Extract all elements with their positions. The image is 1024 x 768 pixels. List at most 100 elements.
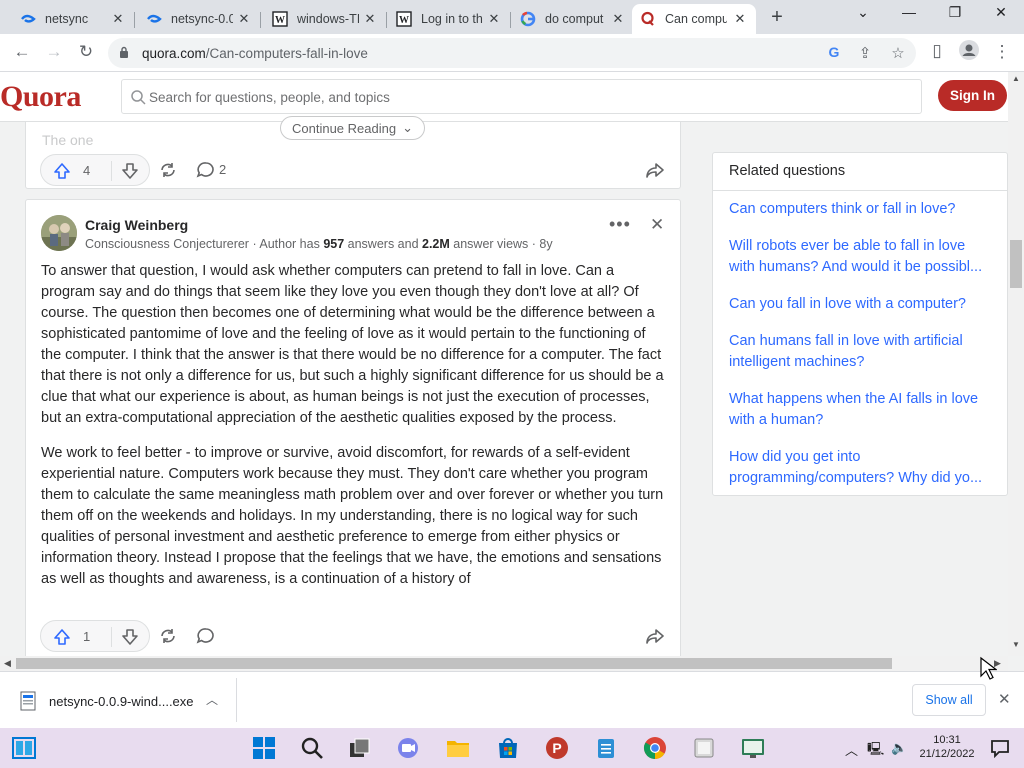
quora-logo[interactable]: Quora xyxy=(0,80,81,114)
clock[interactable]: 10:31 21/12/2022 xyxy=(918,733,976,761)
search-input[interactable] xyxy=(149,86,909,108)
address-bar[interactable]: quora.com/Can-computers-fall-in-love G ⇪… xyxy=(108,38,916,68)
wikipedia-icon: W xyxy=(272,11,288,27)
restore-icon[interactable]: ❐ xyxy=(940,4,970,21)
app-window-icon[interactable] xyxy=(692,736,716,760)
exe-file-icon xyxy=(20,691,36,711)
tab-close-icon[interactable]: ✕ xyxy=(110,11,126,27)
show-all-button[interactable]: Show all xyxy=(912,684,986,716)
download-file-name[interactable]: netsync-0.0.9-wind....exe xyxy=(49,694,194,709)
widgets-icon[interactable] xyxy=(12,736,36,760)
related-question-link[interactable]: Can computers think or fall in love? xyxy=(729,199,999,220)
share-arrow-icon[interactable] xyxy=(645,161,665,179)
tab-close-icon[interactable]: ✕ xyxy=(610,11,626,27)
browser-tab-strip: netsync ✕ netsync-0.0.9 ✕ W windows-TI ✕… xyxy=(0,0,1024,34)
netsync-icon xyxy=(146,11,162,27)
tab-close-icon[interactable]: ✕ xyxy=(362,11,378,27)
downvote-icon[interactable] xyxy=(121,628,139,646)
network-icon[interactable]: 🖳 xyxy=(867,740,884,762)
tray-chevron-up-icon[interactable]: ︿ xyxy=(845,740,858,759)
notifications-icon[interactable] xyxy=(990,738,1010,758)
file-explorer-icon[interactable] xyxy=(446,736,470,760)
menu-kebab-icon[interactable]: ⋮ xyxy=(991,42,1013,62)
minimize-icon[interactable]: — xyxy=(894,4,924,20)
close-download-bar-icon[interactable]: ✕ xyxy=(998,690,1011,708)
related-title: Related questions xyxy=(729,163,846,179)
teams-chat-icon[interactable] xyxy=(396,736,420,760)
bookmark-star-icon[interactable]: ☆ xyxy=(888,44,908,62)
volume-icon[interactable]: 🔈 xyxy=(891,740,907,756)
related-question-link[interactable]: Can humans fall in love with artificial i… xyxy=(729,331,999,373)
close-window-icon[interactable]: ✕ xyxy=(986,4,1016,21)
comment-icon[interactable] xyxy=(196,627,216,645)
upvote-count: 1 xyxy=(83,629,91,644)
notepad-icon[interactable] xyxy=(594,736,618,760)
browser-tab[interactable]: netsync-0.0.9 ✕ xyxy=(138,4,261,34)
comment-count: 2 xyxy=(219,162,227,177)
related-question-link[interactable]: What happens when the AI falls in love wi… xyxy=(729,389,999,431)
forward-arrow-icon[interactable]: → xyxy=(43,42,65,62)
related-question-link[interactable]: How did you get into programming/computer… xyxy=(729,447,999,489)
scroll-down-arrow-icon[interactable]: ▼ xyxy=(1012,640,1020,649)
horizontal-scrollbar[interactable]: ◀ ▶ xyxy=(0,656,1008,671)
tab-close-icon[interactable]: ✕ xyxy=(486,11,502,27)
quora-header: Quora Sign In xyxy=(0,72,1014,122)
dismiss-close-icon[interactable]: ✕ xyxy=(650,215,664,235)
vertical-scrollbar[interactable]: ▲ ▼ xyxy=(1008,72,1024,656)
downvote-icon[interactable] xyxy=(121,162,139,180)
more-options-icon[interactable]: ••• xyxy=(609,214,631,235)
search-icon[interactable] xyxy=(300,736,324,760)
upvote-icon[interactable] xyxy=(53,628,71,646)
tab-title: Log in to th xyxy=(421,12,483,26)
microsoft-store-icon[interactable] xyxy=(496,736,520,760)
netsync-icon xyxy=(20,11,36,27)
author-name[interactable]: Craig Weinberg xyxy=(85,217,188,233)
scroll-up-arrow-icon[interactable]: ▲ xyxy=(1012,74,1020,83)
task-view-icon[interactable] xyxy=(348,736,372,760)
share-icon[interactable]: ⇪ xyxy=(855,44,875,62)
chrome-icon[interactable] xyxy=(643,736,667,760)
svg-text:W: W xyxy=(275,15,285,26)
share-arrow-icon[interactable] xyxy=(645,627,665,645)
related-question-link[interactable]: Will robots ever be able to fall in love… xyxy=(729,236,999,278)
browser-tab[interactable]: do comput ✕ xyxy=(512,4,634,34)
side-panel-icon[interactable]: ▯ xyxy=(926,41,948,61)
scroll-left-arrow-icon[interactable]: ◀ xyxy=(4,658,11,669)
windows-start-icon[interactable] xyxy=(252,736,276,760)
tab-close-icon[interactable]: ✕ xyxy=(236,11,252,27)
tab-title: do comput xyxy=(545,12,604,26)
comment-icon[interactable] xyxy=(196,161,216,179)
upvote-icon[interactable] xyxy=(53,162,71,180)
url-text: quora.com/Can-computers-fall-in-love xyxy=(142,46,368,61)
related-questions-panel: Related questions Can computers think or… xyxy=(712,152,1009,496)
browser-tab[interactable]: W windows-TI ✕ xyxy=(264,4,387,34)
new-tab-plus-icon[interactable]: + xyxy=(766,6,788,29)
tab-search-chevron-icon[interactable]: ⌄ xyxy=(848,4,878,21)
continue-reading-button[interactable]: Continue Reading ⌄ xyxy=(280,116,425,140)
answer-actions: 1 xyxy=(26,617,682,655)
upvote-count: 4 xyxy=(83,163,91,178)
tab-close-icon[interactable]: ✕ xyxy=(732,11,748,27)
vote-pill: 1 xyxy=(40,620,150,652)
vertical-scroll-thumb[interactable] xyxy=(1010,240,1022,288)
answer-paragraph: We work to feel better - to improve or s… xyxy=(41,445,664,587)
browser-tab[interactable]: W Log in to th ✕ xyxy=(388,4,511,34)
browser-tab[interactable]: netsync ✕ xyxy=(12,4,135,34)
sign-in-button[interactable]: Sign In xyxy=(938,80,1007,111)
horizontal-scroll-thumb[interactable] xyxy=(16,658,892,669)
chevron-up-icon[interactable]: ︿ xyxy=(206,691,218,708)
google-lens-icon[interactable]: G xyxy=(824,44,844,60)
google-icon xyxy=(520,11,536,27)
share-loop-icon[interactable] xyxy=(158,627,178,645)
back-arrow-icon[interactable]: ← xyxy=(11,42,33,62)
share-loop-icon[interactable] xyxy=(158,161,178,179)
reload-icon[interactable]: ↻ xyxy=(75,42,97,62)
profile-avatar-icon[interactable] xyxy=(958,40,980,65)
remote-desktop-icon[interactable] xyxy=(741,736,765,760)
faded-answer-text: The one xyxy=(42,132,94,148)
powerpoint-app-icon[interactable]: P xyxy=(545,736,569,760)
browser-tab-active[interactable]: Can compu ✕ xyxy=(632,4,756,34)
search-box[interactable] xyxy=(121,79,922,114)
avatar[interactable] xyxy=(41,215,77,251)
related-question-link[interactable]: Can you fall in love with a computer? xyxy=(729,294,999,315)
